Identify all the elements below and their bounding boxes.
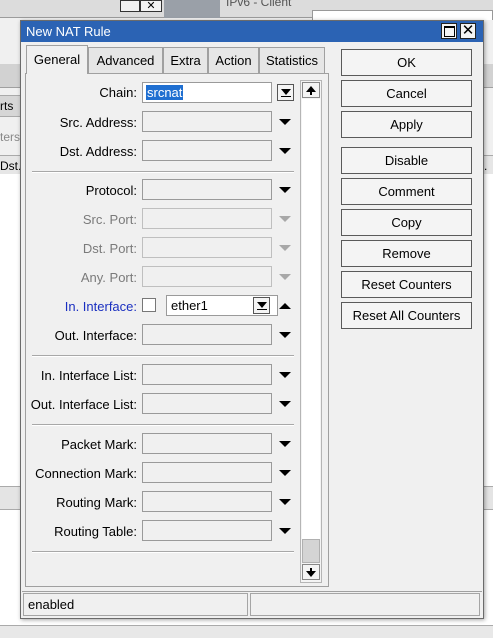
tab-advanced[interactable]: Advanced xyxy=(88,47,163,73)
background-title-text: IPv6 - Client xyxy=(226,0,292,9)
reset-counters-button[interactable]: Reset Counters xyxy=(341,271,472,298)
routing-table-label: Routing Table: xyxy=(54,524,137,539)
dst-port-expand-icon xyxy=(279,245,291,251)
protocol-expand-icon[interactable] xyxy=(279,187,291,193)
dst-address-label: Dst. Address: xyxy=(59,144,137,159)
in-interface-negate-checkbox[interactable] xyxy=(142,298,156,312)
copy-button[interactable]: Copy xyxy=(341,209,472,236)
separator xyxy=(32,355,294,357)
connection-mark-label: Connection Mark: xyxy=(35,466,137,481)
in-interface-list-field[interactable] xyxy=(142,364,272,385)
in-interface-list-expand-icon[interactable] xyxy=(279,372,291,378)
status-cell-empty xyxy=(250,593,480,616)
src-port-expand-icon xyxy=(279,216,291,222)
apply-button[interactable]: Apply xyxy=(341,111,472,138)
tab-action[interactable]: Action xyxy=(208,47,259,73)
connection-mark-field[interactable] xyxy=(142,462,272,483)
src-port-field xyxy=(142,208,272,229)
packet-mark-field[interactable] xyxy=(142,433,272,454)
background-tab-fragment: rts xyxy=(0,95,22,117)
cancel-button[interactable]: Cancel xyxy=(341,80,472,107)
routing-table-field[interactable] xyxy=(142,520,272,541)
background-maximize-icon xyxy=(120,0,140,12)
out-interface-label: Out. Interface: xyxy=(54,328,137,343)
background-field xyxy=(312,10,493,20)
background-column-header: Dst. xyxy=(0,155,22,175)
routing-mark-label: Routing Mark: xyxy=(56,495,137,510)
out-interface-field[interactable] xyxy=(142,324,272,345)
out-interface-list-expand-icon[interactable] xyxy=(279,401,291,407)
tab-statistics[interactable]: Statistics xyxy=(259,47,325,73)
separator xyxy=(32,551,294,553)
out-interface-list-label: Out. Interface List: xyxy=(30,397,137,412)
reset-all-counters-button[interactable]: Reset All Counters xyxy=(341,302,472,329)
dst-port-label: Dst. Port: xyxy=(82,241,137,256)
in-interface-collapse-icon[interactable] xyxy=(279,303,291,309)
chain-dropdown-icon[interactable] xyxy=(277,84,294,101)
status-enabled: enabled xyxy=(23,593,248,616)
packet-mark-label: Packet Mark: xyxy=(61,437,137,452)
src-address-field[interactable] xyxy=(142,111,272,132)
scroll-up-icon[interactable] xyxy=(302,82,320,98)
routing-mark-expand-icon[interactable] xyxy=(279,499,291,505)
scroll-down-icon[interactable] xyxy=(302,564,320,580)
chain-label: Chain: xyxy=(99,85,137,100)
chain-field[interactable]: srcnat xyxy=(142,82,272,103)
dialog-title: New NAT Rule xyxy=(26,24,111,39)
packet-mark-expand-icon[interactable] xyxy=(279,441,291,447)
separator xyxy=(32,424,294,426)
in-interface-value: ether1 xyxy=(171,298,208,313)
separator xyxy=(32,171,294,173)
routing-mark-field[interactable] xyxy=(142,491,272,512)
close-icon[interactable]: ✕ xyxy=(460,23,476,39)
out-interface-expand-icon[interactable] xyxy=(279,332,291,338)
src-port-label: Src. Port: xyxy=(82,212,137,227)
ok-button[interactable]: OK xyxy=(341,49,472,76)
background-close-icon: ✕ xyxy=(140,0,162,12)
maximize-icon[interactable] xyxy=(441,23,457,39)
scrollbar-thumb[interactable] xyxy=(302,539,320,563)
tab-general[interactable]: General xyxy=(26,45,88,74)
background-statusbar xyxy=(0,625,493,638)
background-toolbar-fragment: ters xyxy=(0,130,21,144)
any-port-label: Any. Port: xyxy=(80,270,137,285)
tab-extra[interactable]: Extra xyxy=(163,47,208,73)
remove-button[interactable]: Remove xyxy=(341,240,472,267)
disable-button[interactable]: Disable xyxy=(341,147,472,174)
protocol-label: Protocol: xyxy=(85,183,137,198)
protocol-field[interactable] xyxy=(142,179,272,200)
src-address-label: Src. Address: xyxy=(59,115,137,130)
dst-address-expand-icon[interactable] xyxy=(279,148,291,154)
any-port-expand-icon xyxy=(279,274,291,280)
chain-value: srcnat xyxy=(146,85,184,100)
dst-address-field[interactable] xyxy=(142,140,272,161)
out-interface-list-field[interactable] xyxy=(142,393,272,414)
any-port-field xyxy=(142,266,272,287)
src-address-expand-icon[interactable] xyxy=(279,119,291,125)
scrollbar-track[interactable] xyxy=(302,99,320,539)
background-title-strip xyxy=(164,0,220,18)
connection-mark-expand-icon[interactable] xyxy=(279,470,291,476)
in-interface-dropdown-icon[interactable] xyxy=(253,297,270,314)
comment-button[interactable]: Comment xyxy=(341,178,472,205)
in-interface-label: In. Interface: xyxy=(64,299,137,314)
routing-table-expand-icon[interactable] xyxy=(279,528,291,534)
dst-port-field xyxy=(142,237,272,258)
in-interface-list-label: In. Interface List: xyxy=(40,368,137,383)
